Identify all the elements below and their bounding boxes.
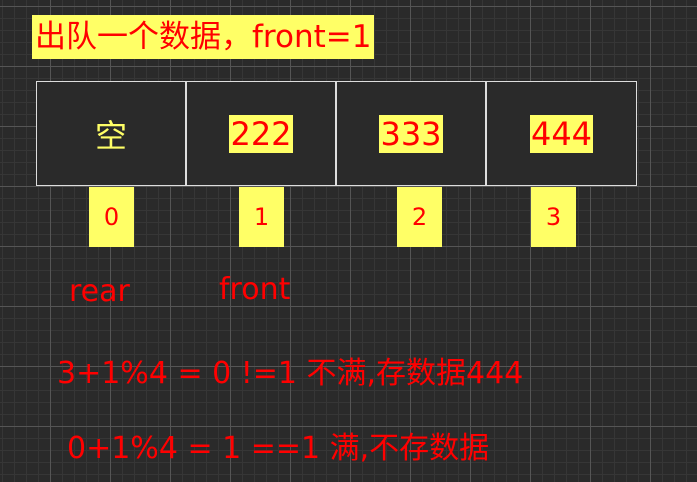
index-label-1: 1 bbox=[239, 187, 284, 247]
index-label-0: 0 bbox=[89, 187, 134, 247]
queue-cell-1: 222 bbox=[186, 81, 336, 186]
title-label: 出队一个数据，front=1 bbox=[32, 15, 375, 59]
index-label-2: 2 bbox=[397, 187, 442, 247]
note-full: 0+1%4 = 1 ==1 满,不存数据 bbox=[67, 431, 490, 466]
rear-pointer-label: rear bbox=[69, 274, 130, 309]
front-pointer-label: front bbox=[219, 272, 291, 307]
cell-value: 空 bbox=[94, 116, 127, 155]
note-not-full: 3+1%4 = 0 !=1 不满,存数据444 bbox=[57, 356, 524, 391]
cell-value: 222 bbox=[229, 114, 293, 153]
cell-value: 333 bbox=[379, 114, 443, 153]
queue-cell-2: 333 bbox=[336, 81, 486, 186]
queue-cell-0: 空 bbox=[36, 81, 186, 186]
queue-cell-3: 444 bbox=[486, 81, 637, 186]
cell-value: 444 bbox=[529, 114, 594, 153]
index-label-3: 3 bbox=[531, 187, 576, 247]
